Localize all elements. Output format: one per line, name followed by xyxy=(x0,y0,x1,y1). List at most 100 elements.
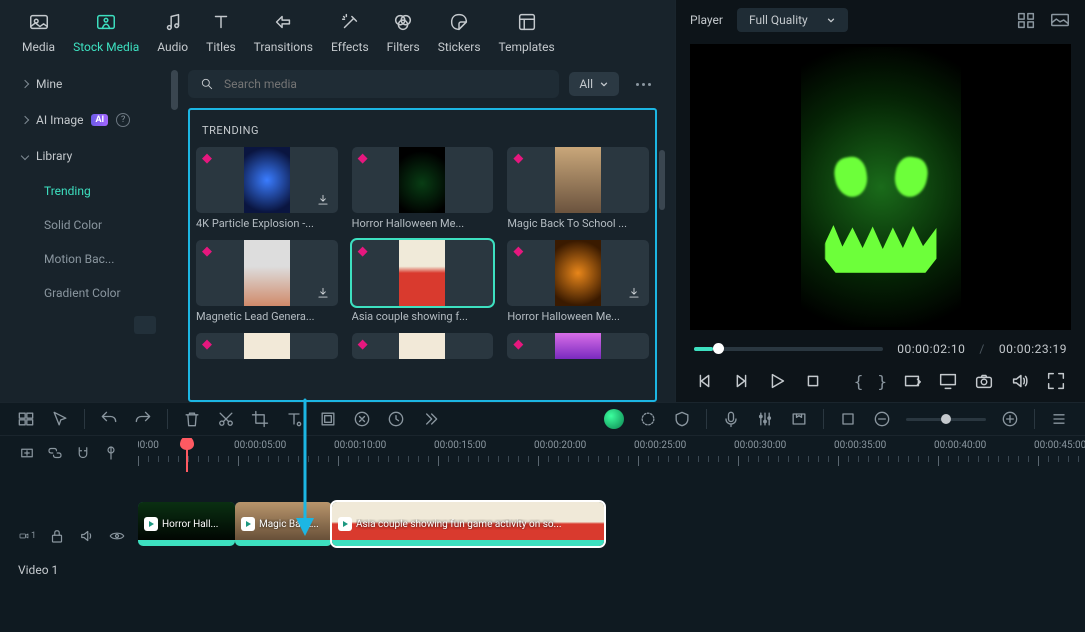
crop-icon[interactable] xyxy=(250,409,270,429)
text-icon[interactable] xyxy=(284,409,304,429)
list-icon[interactable] xyxy=(1049,409,1069,429)
snapshot-button[interactable] xyxy=(973,370,995,392)
mark-in-icon[interactable]: { xyxy=(854,372,864,391)
prev-frame-button[interactable] xyxy=(694,370,716,392)
sidebar-item-ai-image[interactable]: AI ImageAI? xyxy=(8,104,162,136)
next-frame-button[interactable] xyxy=(730,370,752,392)
more-button[interactable] xyxy=(629,73,657,95)
media-thumbnail[interactable]: ◆ xyxy=(352,147,494,213)
tab-effects[interactable]: Effects xyxy=(331,10,369,54)
marker-square-icon[interactable] xyxy=(789,409,809,429)
media-card[interactable]: ◆ xyxy=(352,333,494,359)
seek-bar[interactable] xyxy=(694,347,883,351)
color-icon[interactable] xyxy=(638,409,658,429)
search-box[interactable] xyxy=(188,70,559,98)
media-card[interactable]: ◆Magnetic Lead Genera... xyxy=(196,240,338,323)
mask-icon[interactable] xyxy=(318,409,338,429)
display-button[interactable] xyxy=(937,370,959,392)
sidebar-sub-solid-color[interactable]: Solid Color xyxy=(44,208,166,242)
undo-icon[interactable] xyxy=(99,409,119,429)
download-icon[interactable] xyxy=(314,284,332,302)
download-icon[interactable] xyxy=(625,284,643,302)
media-card[interactable]: ◆ xyxy=(196,333,338,359)
tab-transitions[interactable]: Transitions xyxy=(254,10,313,54)
landscape-button[interactable] xyxy=(1049,9,1071,31)
media-thumbnail[interactable]: ◆ xyxy=(507,240,649,306)
playhead[interactable] xyxy=(186,438,188,472)
timeline-clip[interactable]: Asia couple showing fun game activity on… xyxy=(332,502,604,546)
media-card[interactable]: ◆Asia couple showing f... xyxy=(352,240,494,323)
search-input[interactable] xyxy=(224,77,547,91)
mic-icon[interactable] xyxy=(721,409,741,429)
cut-icon[interactable] xyxy=(216,409,236,429)
sidebar-sub-trending[interactable]: Trending xyxy=(44,174,166,208)
tab-filters[interactable]: Filters xyxy=(387,10,420,54)
clip-label: Asia couple showing fun game activity on… xyxy=(356,519,561,530)
shield-icon[interactable] xyxy=(672,409,692,429)
clip-play-icon xyxy=(144,517,158,531)
track-lock-icon[interactable] xyxy=(48,527,66,545)
grid-view-button[interactable] xyxy=(1015,9,1037,31)
fullscreen-button[interactable] xyxy=(1045,370,1067,392)
stop-button[interactable] xyxy=(802,370,824,392)
marker-icon[interactable] xyxy=(102,444,120,462)
timeline-clip[interactable]: Horror Hall... xyxy=(138,502,235,546)
track-visibility-icon[interactable] xyxy=(108,527,126,545)
mixer-icon[interactable] xyxy=(755,409,775,429)
magnet-icon[interactable] xyxy=(74,444,92,462)
timeline-clip[interactable]: Magic Back... xyxy=(235,502,332,546)
ai-avatar-button[interactable] xyxy=(604,409,624,429)
media-thumbnail[interactable]: ◆ xyxy=(196,333,338,359)
mark-out-icon[interactable]: } xyxy=(877,372,887,391)
media-card[interactable]: ◆ xyxy=(507,333,649,359)
redo-icon[interactable] xyxy=(133,409,153,429)
zoom-out-icon[interactable] xyxy=(872,409,892,429)
ratio-button[interactable] xyxy=(901,370,923,392)
media-card[interactable]: ◆Magic Back To School ... xyxy=(507,147,649,230)
filter-dropdown[interactable]: All xyxy=(569,72,619,96)
zoom-slider[interactable] xyxy=(906,418,986,421)
zoom-in-icon[interactable] xyxy=(1000,409,1020,429)
media-card[interactable]: ◆Horror Halloween Me... xyxy=(352,147,494,230)
link-icon[interactable] xyxy=(46,444,64,462)
track-cam-icon[interactable]: 1 xyxy=(18,527,36,545)
media-thumbnail[interactable]: ◆ xyxy=(352,240,494,306)
sidebar-item-library[interactable]: Library xyxy=(8,140,162,172)
delete-icon[interactable] xyxy=(182,409,202,429)
tab-titles[interactable]: Titles xyxy=(206,10,235,54)
help-icon[interactable]: ? xyxy=(116,113,130,127)
sidebar-sub-gradient[interactable]: Gradient Color xyxy=(44,276,166,310)
layout-icon[interactable] xyxy=(16,409,36,429)
tab-stock-media[interactable]: Stock Media xyxy=(73,10,139,54)
media-thumbnail[interactable]: ◆ xyxy=(507,147,649,213)
select-icon[interactable] xyxy=(50,409,70,429)
media-scrollbar[interactable] xyxy=(659,150,665,210)
preview[interactable] xyxy=(690,44,1071,330)
media-thumbnail[interactable]: ◆ xyxy=(196,240,338,306)
media-card-label: Horror Halloween Me... xyxy=(507,310,649,323)
media-thumbnail[interactable]: ◆ xyxy=(352,333,494,359)
tab-templates[interactable]: Templates xyxy=(499,10,555,54)
media-thumbnail[interactable]: ◆ xyxy=(507,333,649,359)
fx-icon[interactable] xyxy=(352,409,372,429)
track-lane[interactable]: Horror Hall...Magic Back... Asia couple s… xyxy=(138,472,1085,632)
tab-stickers[interactable]: Stickers xyxy=(438,10,481,54)
media-card[interactable]: ◆4K Particle Explosion -... xyxy=(196,147,338,230)
track-mute-icon[interactable] xyxy=(78,527,96,545)
sidebar-sub-motion-bg[interactable]: Motion Bac... xyxy=(44,242,166,276)
volume-button[interactable] xyxy=(1009,370,1031,392)
box-icon[interactable] xyxy=(838,409,858,429)
quality-dropdown[interactable]: Full Quality xyxy=(737,8,848,32)
add-track-icon[interactable] xyxy=(18,444,36,462)
download-icon[interactable] xyxy=(314,191,332,209)
sidebar-item-mine[interactable]: Mine xyxy=(8,68,162,100)
media-card[interactable]: ◆ Horror Halloween Me... xyxy=(507,240,649,323)
media-thumbnail[interactable]: ◆ xyxy=(196,147,338,213)
tab-audio[interactable]: Audio xyxy=(157,10,188,54)
expand-icon[interactable] xyxy=(420,409,440,429)
play-button[interactable] xyxy=(766,370,788,392)
collapse-sidebar-button[interactable] xyxy=(134,316,156,334)
tab-media[interactable]: Media xyxy=(22,10,55,54)
premium-gem-icon: ◆ xyxy=(513,244,523,259)
speed-icon[interactable] xyxy=(386,409,406,429)
